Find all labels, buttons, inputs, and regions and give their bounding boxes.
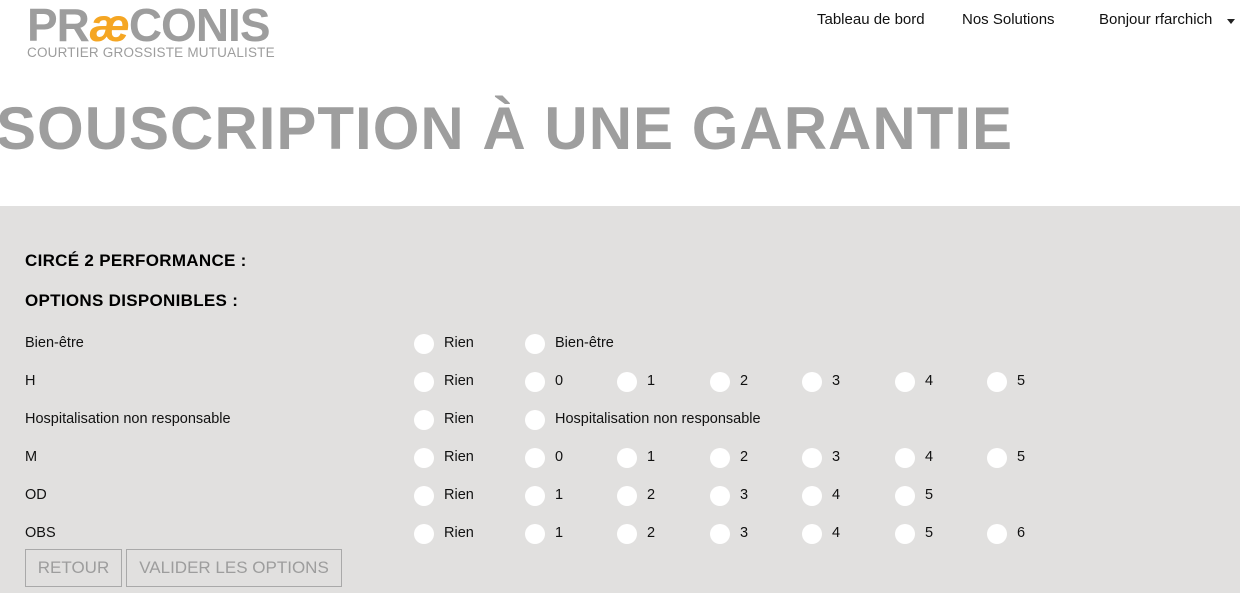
options-panel: CIRCÉ 2 PERFORMANCE : OPTIONS DISPONIBLE…	[0, 206, 1240, 593]
site-header: PRæCONIS COURTIER GROSSISTE MUTUALISTE T…	[0, 0, 1240, 66]
radio-button[interactable]	[525, 410, 545, 430]
radio-button[interactable]	[987, 448, 1007, 468]
product-heading: CIRCÉ 2 PERFORMANCE :	[25, 251, 247, 270]
choice-label: 1	[555, 525, 564, 541]
option-label: OBS	[25, 525, 56, 541]
option-label: H	[25, 373, 36, 389]
radio-button[interactable]	[802, 372, 822, 392]
radio-button[interactable]	[414, 448, 434, 468]
option-row: Hospitalisation non responsable Rien Hospi…	[0, 406, 1240, 434]
choice-label: Rien	[444, 449, 474, 465]
choice-label: 3	[832, 373, 841, 389]
choice-label: 2	[647, 487, 656, 503]
choice-label: Rien	[444, 335, 474, 351]
choice-label: 1	[555, 487, 564, 503]
choice-label: 2	[647, 525, 656, 541]
option-row: Bien-être Rien Bien-être	[0, 330, 1240, 358]
nav-dashboard-link[interactable]: Tableau de bord	[817, 11, 925, 28]
choice-label: 4	[925, 373, 934, 389]
radio-button[interactable]	[525, 448, 545, 468]
choice-label: Rien	[444, 525, 474, 541]
option-label: OD	[25, 487, 47, 503]
radio-button[interactable]	[895, 486, 915, 506]
logo-wordmark: PRæCONIS	[27, 0, 270, 51]
radio-button[interactable]	[525, 486, 545, 506]
choice-label: 6	[1017, 525, 1026, 541]
radio-button[interactable]	[802, 448, 822, 468]
nav-solutions-link[interactable]: Nos Solutions	[962, 11, 1055, 28]
choice-label: 2	[740, 449, 749, 465]
radio-button[interactable]	[617, 524, 637, 544]
user-menu-link[interactable]: Bonjour rfarchich	[1099, 11, 1212, 28]
choice-label: 2	[740, 373, 749, 389]
option-row: M Rien 0 1 2 3 4 5	[0, 444, 1240, 472]
radio-button[interactable]	[895, 372, 915, 392]
choice-label: Hospitalisation non responsable	[555, 411, 761, 427]
radio-button[interactable]	[414, 486, 434, 506]
choice-label: Rien	[444, 411, 474, 427]
option-label: Hospitalisation non responsable	[25, 411, 231, 427]
radio-button[interactable]	[802, 486, 822, 506]
radio-button[interactable]	[525, 524, 545, 544]
radio-button[interactable]	[617, 448, 637, 468]
radio-button[interactable]	[617, 372, 637, 392]
choice-label: 3	[740, 487, 749, 503]
option-label: Bien-être	[25, 335, 84, 351]
logo-tagline: COURTIER GROSSISTE MUTUALISTE	[27, 45, 275, 60]
radio-button[interactable]	[710, 372, 730, 392]
radio-button[interactable]	[710, 486, 730, 506]
radio-button[interactable]	[710, 448, 730, 468]
radio-button[interactable]	[525, 334, 545, 354]
caret-down-icon[interactable]	[1227, 19, 1235, 24]
radio-button[interactable]	[414, 410, 434, 430]
choice-label: 0	[555, 373, 564, 389]
radio-button[interactable]	[987, 524, 1007, 544]
choice-label: 4	[832, 525, 841, 541]
option-row: H Rien 0 1 2 3 4 5	[0, 368, 1240, 396]
choice-label: 4	[925, 449, 934, 465]
praeconis-logo[interactable]: PRæCONIS COURTIER GROSSISTE MUTUALISTE	[27, 2, 287, 62]
page-title: SOUSCRIPTION À UNE GARANTIE	[0, 95, 1014, 162]
choice-label: 0	[555, 449, 564, 465]
radio-button[interactable]	[895, 524, 915, 544]
radio-button[interactable]	[414, 524, 434, 544]
validate-options-button[interactable]: VALIDER LES OPTIONS	[126, 549, 342, 587]
radio-button[interactable]	[525, 372, 545, 392]
radio-button[interactable]	[414, 372, 434, 392]
choice-label: Rien	[444, 487, 474, 503]
radio-button[interactable]	[710, 524, 730, 544]
radio-button[interactable]	[617, 486, 637, 506]
choice-label: 5	[1017, 449, 1026, 465]
radio-button[interactable]	[802, 524, 822, 544]
options-heading: OPTIONS DISPONIBLES :	[25, 291, 239, 310]
choice-label: 5	[925, 525, 934, 541]
choice-label: 1	[647, 449, 656, 465]
choice-label: 4	[832, 487, 841, 503]
choice-label: Rien	[444, 373, 474, 389]
choice-label: 5	[925, 487, 934, 503]
choice-label: 3	[740, 525, 749, 541]
option-row: OBS Rien 1 2 3 4 5 6	[0, 520, 1240, 548]
choice-label: 1	[647, 373, 656, 389]
back-button[interactable]: RETOUR	[25, 549, 122, 587]
radio-button[interactable]	[987, 372, 1007, 392]
choice-label: 3	[832, 449, 841, 465]
option-label: M	[25, 449, 38, 465]
radio-button[interactable]	[895, 448, 915, 468]
choice-label: 5	[1017, 373, 1026, 389]
radio-button[interactable]	[414, 334, 434, 354]
option-row: OD Rien 1 2 3 4 5	[0, 482, 1240, 510]
choice-label: Bien-être	[555, 335, 614, 351]
